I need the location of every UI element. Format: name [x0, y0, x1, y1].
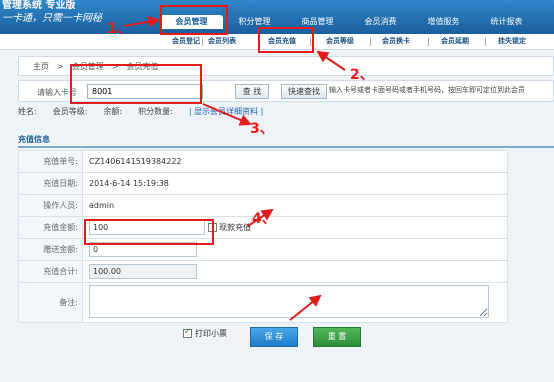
annotation-arrows	[123, 15, 346, 321]
arrow-4	[247, 208, 274, 227]
arrow-1	[123, 15, 160, 28]
arrow-5	[289, 294, 322, 321]
arrow-2	[316, 50, 346, 71]
arrow-3	[202, 103, 252, 126]
